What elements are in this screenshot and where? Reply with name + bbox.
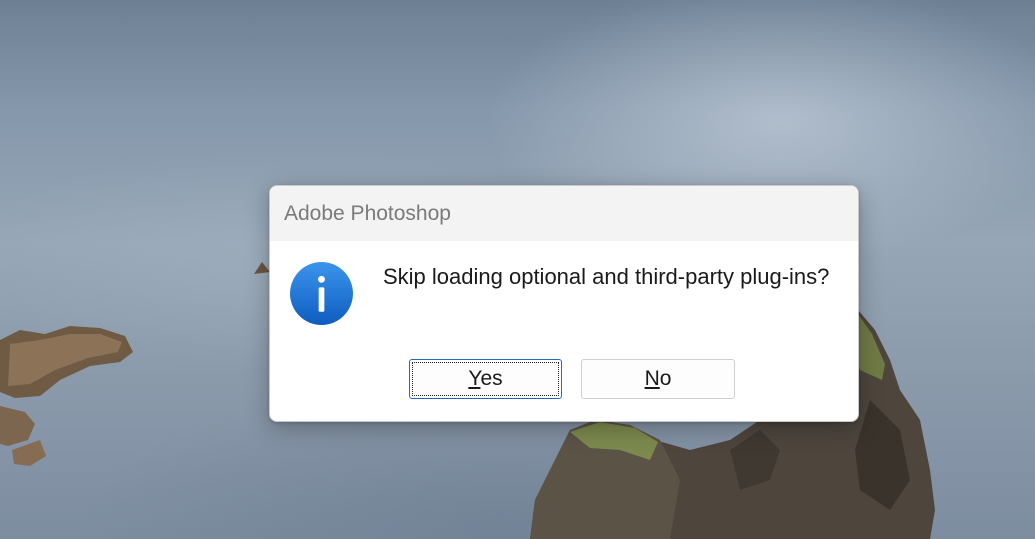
message-dialog: Adobe Photoshop Skip loading optional an…	[269, 185, 859, 422]
dialog-titlebar[interactable]: Adobe Photoshop	[270, 186, 858, 241]
dialog-message: Skip loading optional and third-party pl…	[383, 264, 830, 289]
left-rocks	[0, 326, 133, 466]
no-button[interactable]: No	[581, 359, 735, 399]
yes-button-label: Yes	[468, 367, 503, 390]
info-icon	[290, 262, 353, 325]
yes-button[interactable]: Yes	[409, 359, 562, 399]
dialog-title: Adobe Photoshop	[284, 201, 451, 225]
no-button-label: No	[644, 367, 672, 390]
